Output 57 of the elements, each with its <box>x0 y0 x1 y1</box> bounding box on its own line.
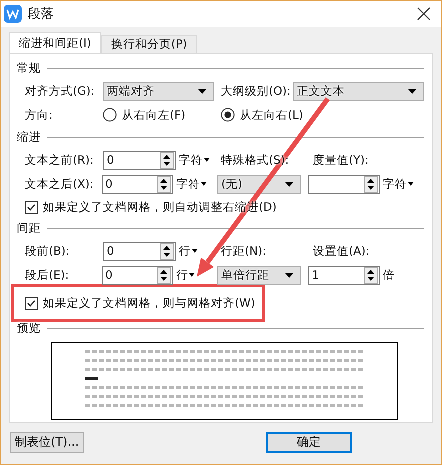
field-label: 方向: <box>25 108 54 122</box>
input-field[interactable]: 0 <box>102 266 174 284</box>
unit-dropdown[interactable]: 行 <box>173 268 218 282</box>
section-heading: 间距 <box>17 221 41 236</box>
ok-button[interactable]: 确定 <box>266 432 352 453</box>
caret-icon <box>408 182 414 186</box>
input-field[interactable]: 0 <box>103 242 176 260</box>
unit-dropdown[interactable]: 字符 <box>380 176 424 192</box>
radio-option[interactable]: 从左向右(L) <box>221 108 304 122</box>
app-logo-icon <box>4 5 22 23</box>
tab[interactable]: 缩进和间距(I) <box>9 32 102 53</box>
input-field[interactable] <box>308 174 380 194</box>
line-spacing-dropdown[interactable]: 单倍行距 <box>217 266 302 284</box>
field-label: 文本之前(R): <box>25 152 95 168</box>
spin-buttons[interactable] <box>364 266 378 284</box>
caret-icon <box>201 182 208 186</box>
checkbox[interactable] <box>25 200 38 214</box>
field-label: 设置值(A): <box>313 244 370 258</box>
field-label: 大纲级别(O): <box>221 84 292 98</box>
unit-dropdown[interactable]: 字符 <box>173 176 218 192</box>
alignment-dropdown[interactable]: 两端对齐 <box>103 82 214 100</box>
input-field[interactable]: 0 <box>103 150 176 170</box>
checkbox-option[interactable]: 如果定义了文档网格，则与网格对齐(W) <box>25 296 256 310</box>
outline-level-dropdown[interactable]: 正文文本 <box>293 82 424 100</box>
close-icon[interactable] <box>417 7 431 21</box>
radio-option[interactable]: 从右向左(F) <box>103 108 221 122</box>
tab-stops-button[interactable]: 制表位(T)... <box>10 432 84 453</box>
unit-label: 倍 <box>382 268 396 282</box>
caret-icon <box>285 182 294 186</box>
checkbox[interactable] <box>25 296 38 310</box>
caret-icon <box>408 88 417 94</box>
field-label: 段后(E): <box>25 268 70 282</box>
input-field[interactable]: 1 <box>308 266 380 284</box>
caret-icon <box>204 158 210 162</box>
window-title: 段落 <box>28 6 55 23</box>
spin-buttons[interactable] <box>160 152 174 168</box>
field-label: 对齐方式(G): <box>25 84 96 98</box>
spin-buttons[interactable] <box>157 266 172 284</box>
caret-icon <box>192 249 198 253</box>
section-heading: 常规 <box>17 61 41 76</box>
field-label: 文本之后(X): <box>25 176 95 192</box>
section-heading: 缩进 <box>17 130 41 145</box>
caret-icon <box>189 273 196 277</box>
unit-dropdown[interactable]: 行 <box>176 244 221 258</box>
section-heading: 预览 <box>17 321 41 336</box>
spin-buttons[interactable] <box>364 176 378 192</box>
spin-buttons[interactable] <box>160 242 174 260</box>
unit-dropdown[interactable]: 字符 <box>176 152 221 168</box>
caret-icon <box>285 272 294 278</box>
spin-buttons[interactable] <box>157 176 172 192</box>
input-field[interactable]: 0 <box>102 174 174 194</box>
field-label: 段前(B): <box>25 244 71 258</box>
field-label: 行距(N): <box>221 244 268 258</box>
field-label: 度量值(Y): <box>313 152 369 168</box>
tab[interactable]: 换行和分页(P) <box>101 35 198 53</box>
special-format-dropdown[interactable]: (无) <box>217 174 302 194</box>
caret-icon <box>198 88 207 94</box>
